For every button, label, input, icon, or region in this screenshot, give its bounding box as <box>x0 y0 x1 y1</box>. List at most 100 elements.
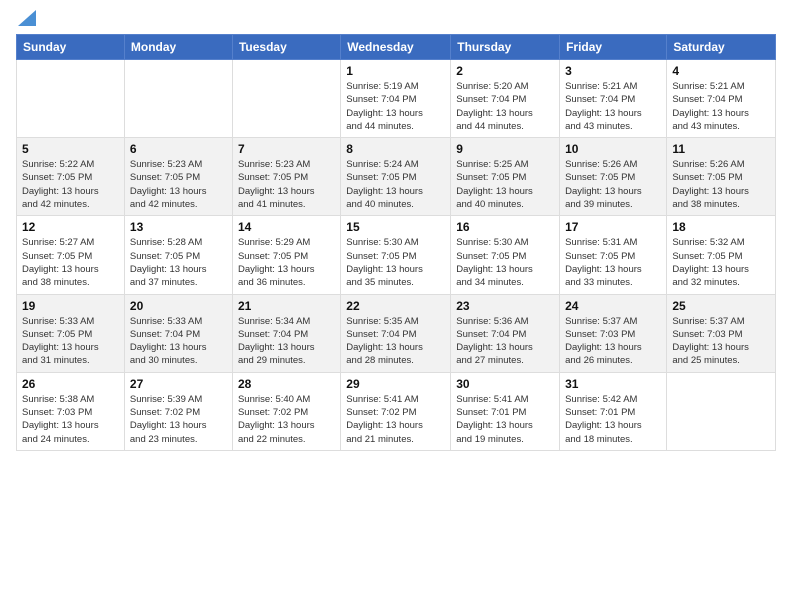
table-row: 4 Sunrise: 5:21 AM Sunset: 7:04 PM Daylig… <box>667 60 776 138</box>
table-row: 26 Sunrise: 5:38 AM Sunset: 7:03 PM Dayli… <box>17 372 125 450</box>
calendar-week-row: 1 Sunrise: 5:19 AM Sunset: 7:04 PM Daylig… <box>17 60 776 138</box>
day-info: Sunrise: 5:21 AM Sunset: 7:04 PM Dayligh… <box>672 80 770 133</box>
day-number: 30 <box>456 377 554 391</box>
day-number: 18 <box>672 220 770 234</box>
day-number: 11 <box>672 142 770 156</box>
day-number: 10 <box>565 142 661 156</box>
col-thursday: Thursday <box>451 35 560 60</box>
table-row <box>17 60 125 138</box>
table-row: 3 Sunrise: 5:21 AM Sunset: 7:04 PM Daylig… <box>560 60 667 138</box>
day-info: Sunrise: 5:37 AM Sunset: 7:03 PM Dayligh… <box>672 315 770 368</box>
table-row: 28 Sunrise: 5:40 AM Sunset: 7:02 PM Dayli… <box>232 372 340 450</box>
day-info: Sunrise: 5:39 AM Sunset: 7:02 PM Dayligh… <box>130 393 227 446</box>
day-info: Sunrise: 5:19 AM Sunset: 7:04 PM Dayligh… <box>346 80 445 133</box>
day-info: Sunrise: 5:41 AM Sunset: 7:01 PM Dayligh… <box>456 393 554 446</box>
table-row <box>232 60 340 138</box>
table-row: 11 Sunrise: 5:26 AM Sunset: 7:05 PM Dayli… <box>667 138 776 216</box>
day-number: 8 <box>346 142 445 156</box>
col-tuesday: Tuesday <box>232 35 340 60</box>
table-row: 25 Sunrise: 5:37 AM Sunset: 7:03 PM Dayli… <box>667 294 776 372</box>
col-saturday: Saturday <box>667 35 776 60</box>
day-info: Sunrise: 5:34 AM Sunset: 7:04 PM Dayligh… <box>238 315 335 368</box>
day-info: Sunrise: 5:30 AM Sunset: 7:05 PM Dayligh… <box>346 236 445 289</box>
table-row: 20 Sunrise: 5:33 AM Sunset: 7:04 PM Dayli… <box>124 294 232 372</box>
day-number: 15 <box>346 220 445 234</box>
calendar-week-row: 5Sunrise: 5:22 AM Sunset: 7:05 PM Daylig… <box>17 138 776 216</box>
day-number: 9 <box>456 142 554 156</box>
day-info: Sunrise: 5:25 AM Sunset: 7:05 PM Dayligh… <box>456 158 554 211</box>
day-info: Sunrise: 5:33 AM Sunset: 7:04 PM Dayligh… <box>130 315 227 368</box>
day-info: Sunrise: 5:38 AM Sunset: 7:03 PM Dayligh… <box>22 393 119 446</box>
table-row: 12 Sunrise: 5:27 AM Sunset: 7:05 PM Dayli… <box>17 216 125 294</box>
calendar-week-row: 12 Sunrise: 5:27 AM Sunset: 7:05 PM Dayli… <box>17 216 776 294</box>
day-number: 17 <box>565 220 661 234</box>
day-info: Sunrise: 5:36 AM Sunset: 7:04 PM Dayligh… <box>456 315 554 368</box>
table-row: 27 Sunrise: 5:39 AM Sunset: 7:02 PM Dayli… <box>124 372 232 450</box>
calendar-week-row: 19 Sunrise: 5:33 AM Sunset: 7:05 PM Dayli… <box>17 294 776 372</box>
col-sunday: Sunday <box>17 35 125 60</box>
day-info: Sunrise: 5:21 AM Sunset: 7:04 PM Dayligh… <box>565 80 661 133</box>
day-info: Sunrise: 5:28 AM Sunset: 7:05 PM Dayligh… <box>130 236 227 289</box>
table-row: 7Sunrise: 5:23 AM Sunset: 7:05 PM Daylig… <box>232 138 340 216</box>
day-info: Sunrise: 5:35 AM Sunset: 7:04 PM Dayligh… <box>346 315 445 368</box>
calendar-table: Sunday Monday Tuesday Wednesday Thursday… <box>16 34 776 451</box>
day-info: Sunrise: 5:41 AM Sunset: 7:02 PM Dayligh… <box>346 393 445 446</box>
col-monday: Monday <box>124 35 232 60</box>
table-row: 14Sunrise: 5:29 AM Sunset: 7:05 PM Dayli… <box>232 216 340 294</box>
day-number: 5 <box>22 142 119 156</box>
day-number: 25 <box>672 299 770 313</box>
table-row: 29 Sunrise: 5:41 AM Sunset: 7:02 PM Dayli… <box>341 372 451 450</box>
day-info: Sunrise: 5:40 AM Sunset: 7:02 PM Dayligh… <box>238 393 335 446</box>
calendar-header-row: Sunday Monday Tuesday Wednesday Thursday… <box>17 35 776 60</box>
day-number: 1 <box>346 64 445 78</box>
table-row: 24 Sunrise: 5:37 AM Sunset: 7:03 PM Dayli… <box>560 294 667 372</box>
day-number: 27 <box>130 377 227 391</box>
day-number: 4 <box>672 64 770 78</box>
table-row: 1 Sunrise: 5:19 AM Sunset: 7:04 PM Daylig… <box>341 60 451 138</box>
table-row: 6 Sunrise: 5:23 AM Sunset: 7:05 PM Daylig… <box>124 138 232 216</box>
day-info: Sunrise: 5:30 AM Sunset: 7:05 PM Dayligh… <box>456 236 554 289</box>
logo-triangle-icon <box>18 8 36 26</box>
day-info: Sunrise: 5:37 AM Sunset: 7:03 PM Dayligh… <box>565 315 661 368</box>
table-row: 13 Sunrise: 5:28 AM Sunset: 7:05 PM Dayli… <box>124 216 232 294</box>
col-friday: Friday <box>560 35 667 60</box>
day-info: Sunrise: 5:26 AM Sunset: 7:05 PM Dayligh… <box>565 158 661 211</box>
table-row: 9 Sunrise: 5:25 AM Sunset: 7:05 PM Daylig… <box>451 138 560 216</box>
table-row: 30 Sunrise: 5:41 AM Sunset: 7:01 PM Dayli… <box>451 372 560 450</box>
table-row: 23 Sunrise: 5:36 AM Sunset: 7:04 PM Dayli… <box>451 294 560 372</box>
day-number: 13 <box>130 220 227 234</box>
day-number: 3 <box>565 64 661 78</box>
day-info: Sunrise: 5:27 AM Sunset: 7:05 PM Dayligh… <box>22 236 119 289</box>
day-number: 2 <box>456 64 554 78</box>
day-number: 20 <box>130 299 227 313</box>
day-number: 26 <box>22 377 119 391</box>
day-info: Sunrise: 5:24 AM Sunset: 7:05 PM Dayligh… <box>346 158 445 211</box>
table-row: 15 Sunrise: 5:30 AM Sunset: 7:05 PM Dayli… <box>341 216 451 294</box>
day-info: Sunrise: 5:31 AM Sunset: 7:05 PM Dayligh… <box>565 236 661 289</box>
day-info: Sunrise: 5:29 AM Sunset: 7:05 PM Dayligh… <box>238 236 335 289</box>
day-number: 12 <box>22 220 119 234</box>
table-row: 10 Sunrise: 5:26 AM Sunset: 7:05 PM Dayli… <box>560 138 667 216</box>
day-number: 16 <box>456 220 554 234</box>
day-info: Sunrise: 5:26 AM Sunset: 7:05 PM Dayligh… <box>672 158 770 211</box>
day-number: 29 <box>346 377 445 391</box>
table-row: 21 Sunrise: 5:34 AM Sunset: 7:04 PM Dayli… <box>232 294 340 372</box>
table-row: 17 Sunrise: 5:31 AM Sunset: 7:05 PM Dayli… <box>560 216 667 294</box>
day-number: 21 <box>238 299 335 313</box>
table-row: 31 Sunrise: 5:42 AM Sunset: 7:01 PM Dayli… <box>560 372 667 450</box>
day-number: 31 <box>565 377 661 391</box>
day-number: 22 <box>346 299 445 313</box>
day-number: 24 <box>565 299 661 313</box>
logo <box>16 12 36 26</box>
day-number: 28 <box>238 377 335 391</box>
table-row <box>667 372 776 450</box>
day-number: 19 <box>22 299 119 313</box>
day-number: 23 <box>456 299 554 313</box>
day-number: 7 <box>238 142 335 156</box>
day-info: Sunrise: 5:42 AM Sunset: 7:01 PM Dayligh… <box>565 393 661 446</box>
table-row: 2Sunrise: 5:20 AM Sunset: 7:04 PM Daylig… <box>451 60 560 138</box>
day-info: Sunrise: 5:33 AM Sunset: 7:05 PM Dayligh… <box>22 315 119 368</box>
day-info: Sunrise: 5:23 AM Sunset: 7:05 PM Dayligh… <box>130 158 227 211</box>
day-number: 6 <box>130 142 227 156</box>
table-row: 19 Sunrise: 5:33 AM Sunset: 7:05 PM Dayli… <box>17 294 125 372</box>
